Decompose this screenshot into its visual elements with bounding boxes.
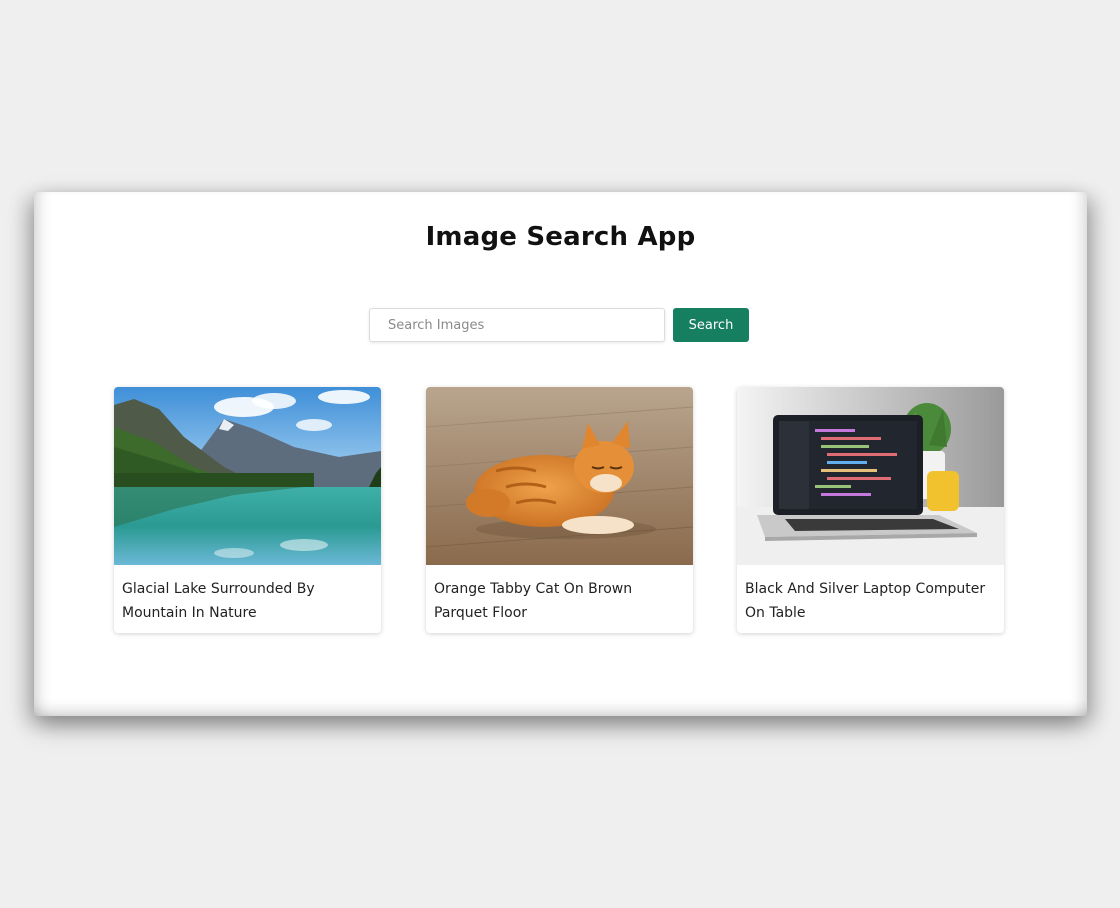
result-image-laptop[interactable]: [737, 387, 1004, 565]
result-card[interactable]: Orange Tabby Cat On Brown Parquet Floor: [426, 387, 693, 633]
search-button[interactable]: Search: [673, 308, 749, 342]
search-input[interactable]: [369, 308, 665, 342]
result-caption: Black And Silver Laptop Computer On Tabl…: [745, 581, 986, 621]
result-card[interactable]: Black And Silver Laptop Computer On Tabl…: [737, 387, 1004, 633]
result-image-cat[interactable]: [426, 387, 693, 565]
search-form: Search: [369, 308, 749, 342]
result-image-lake[interactable]: [114, 387, 381, 565]
app-panel: Image Search App Search Images Search Gl…: [34, 192, 1087, 716]
page-title: Image Search App: [425, 222, 696, 252]
result-card[interactable]: Glacial Lake Surrounded By Mountain In N…: [114, 387, 381, 633]
result-caption: Glacial Lake Surrounded By Mountain In N…: [122, 581, 315, 621]
result-caption: Orange Tabby Cat On Brown Parquet Floor: [434, 581, 633, 621]
